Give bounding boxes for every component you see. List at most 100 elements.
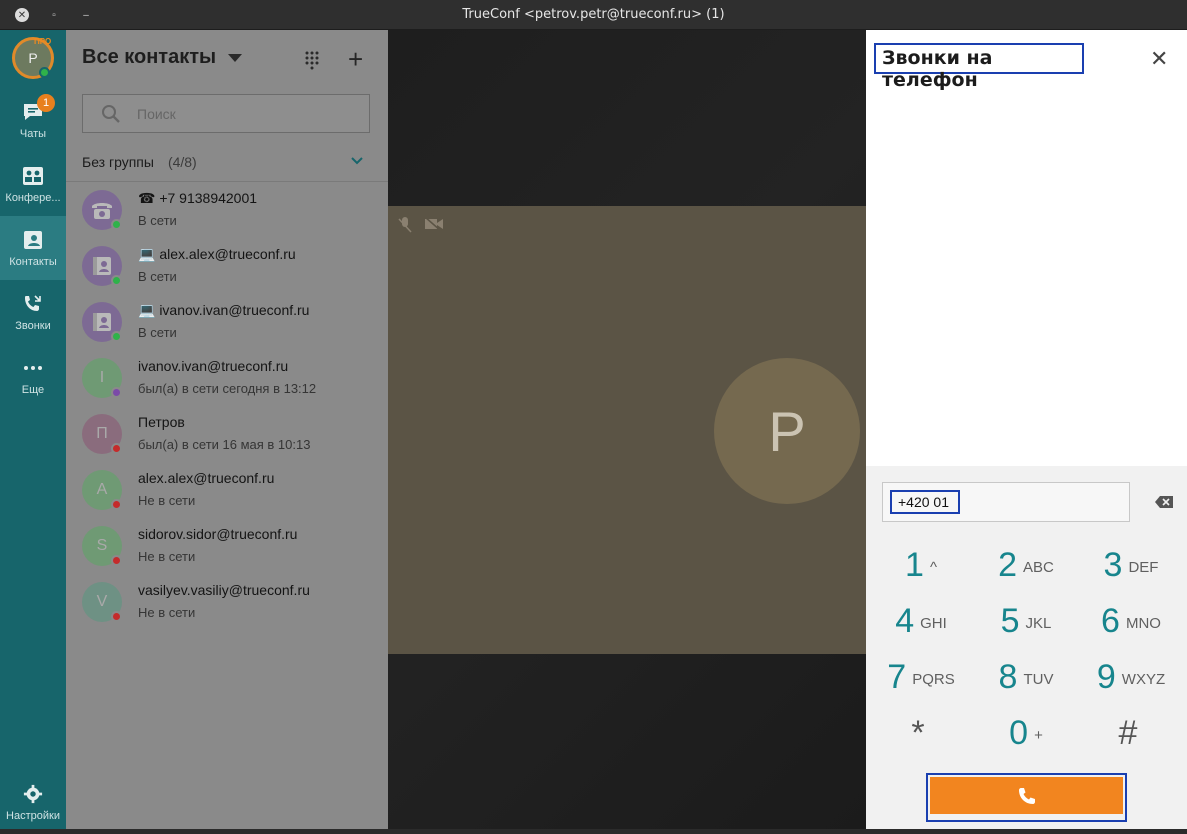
group-header[interactable]: Без группы (4/8) bbox=[66, 142, 388, 182]
video-tile: P bbox=[388, 206, 866, 654]
search-input[interactable]: Поиск bbox=[82, 94, 370, 133]
chats-unread-badge: 1 bbox=[37, 94, 55, 112]
dialpad: +420 01 1 ^ 2 ABC 3 DEF 4 GHI 5 JKL 6 MNO 7 PQRS 8 TUV 9… bbox=[866, 466, 1187, 829]
contact-status: Не в сети bbox=[138, 605, 196, 620]
presence-dot bbox=[111, 331, 122, 342]
mic-muted-icon bbox=[398, 217, 412, 233]
dial-key-letters: TUV bbox=[1023, 670, 1054, 688]
dialpad-grid-icon[interactable] bbox=[304, 50, 320, 70]
presence-dot bbox=[111, 443, 122, 454]
dial-key-digit: 5 bbox=[1000, 601, 1020, 640]
dial-key[interactable]: 3 DEF bbox=[1081, 538, 1181, 592]
contacts-panel: Все контакты + Поиск Без группы (4/8) ☎ … bbox=[66, 30, 388, 829]
chevron-down-icon bbox=[228, 53, 243, 62]
dial-key[interactable]: 9 WXYZ bbox=[1081, 650, 1181, 704]
presence-dot bbox=[111, 555, 122, 566]
list-item[interactable]: ☎ +7 9138942001 В сети bbox=[66, 182, 388, 238]
dial-key[interactable]: 1 ^ bbox=[871, 538, 971, 592]
group-name: Без группы bbox=[82, 153, 154, 170]
list-item[interactable]: 💻 alex.alex@trueconf.ru В сети bbox=[66, 238, 388, 294]
contacts-header-title: Все контакты bbox=[82, 46, 217, 68]
dial-key-digit: 8 bbox=[998, 657, 1018, 696]
phone-number-input[interactable]: +420 01 bbox=[882, 482, 1130, 522]
dial-key[interactable]: 8 TUV bbox=[976, 650, 1076, 704]
dial-key[interactable]: 7 PQRS bbox=[871, 650, 971, 704]
dial-key[interactable]: 2 ABC bbox=[976, 538, 1076, 592]
contact-status: Не в сети bbox=[138, 493, 196, 508]
nav-calls-label: Звонки bbox=[15, 320, 51, 332]
search-icon bbox=[102, 104, 120, 123]
dial-key[interactable]: 4 GHI bbox=[871, 594, 971, 648]
backspace-icon[interactable] bbox=[1154, 495, 1174, 509]
list-item[interactable]: Aalex.alex@trueconf.ru Не в сети bbox=[66, 462, 388, 518]
dial-key[interactable]: 6 MNO bbox=[1081, 594, 1181, 648]
window-title: TrueConf <petrov.petr@trueconf.ru> (1) bbox=[462, 7, 725, 22]
phone-calls-panel: Звонки на телефон ✕ +420 01 1 ^ 2 ABC 3 DEF 4 G… bbox=[866, 30, 1187, 829]
more-icon bbox=[24, 366, 42, 370]
dial-key[interactable]: 0 + bbox=[976, 706, 1076, 760]
phone-icon bbox=[1018, 787, 1035, 804]
nav-settings[interactable]: Настройки bbox=[0, 770, 66, 834]
gear-icon bbox=[23, 784, 43, 804]
minimize-window-button[interactable]: – bbox=[79, 8, 93, 22]
nav-conferences[interactable]: Конфере... bbox=[0, 152, 66, 216]
contact-name: ☎ +7 9138942001 bbox=[138, 190, 258, 206]
phone-calls-icon bbox=[25, 295, 41, 311]
dial-key-digit: 6 bbox=[1101, 601, 1120, 640]
nav-chats[interactable]: Чаты bbox=[0, 88, 66, 152]
dial-key-digit: 7 bbox=[887, 657, 907, 696]
dial-key-digit: 3 bbox=[1103, 545, 1123, 584]
user-status-dot bbox=[39, 67, 50, 78]
dial-key[interactable]: # bbox=[1081, 706, 1181, 760]
list-item[interactable]: Vvasilyev.vasiliy@trueconf.ru Не в сети bbox=[66, 574, 388, 630]
dial-key[interactable]: 5 JKL bbox=[976, 594, 1076, 648]
dial-key-digit: * bbox=[911, 713, 925, 752]
nav-contacts[interactable]: Контакты bbox=[0, 216, 66, 280]
presence-dot bbox=[111, 387, 122, 398]
conference-icon bbox=[23, 167, 43, 185]
phone-number-value: +420 01 bbox=[890, 490, 960, 514]
camera-off-icon bbox=[424, 216, 443, 232]
dial-key[interactable]: * bbox=[871, 706, 971, 760]
pro-badge: ПРО bbox=[34, 37, 52, 46]
dial-key-letters: DEF bbox=[1128, 558, 1159, 576]
telephone-icon bbox=[92, 203, 112, 219]
panel-title: Звонки на телефон bbox=[874, 43, 1084, 91]
dial-key-letters: ABC bbox=[1023, 558, 1054, 576]
dial-key-letters: WXYZ bbox=[1121, 670, 1166, 688]
dial-key-digit: 1 bbox=[905, 545, 924, 584]
contact-name: ivanov.ivan@trueconf.ru bbox=[138, 358, 289, 374]
list-item[interactable]: П Петров был(а) в сети 16 мая в 10:13 bbox=[66, 406, 388, 462]
dial-key-letters: + bbox=[1034, 726, 1043, 744]
dial-key-digit: # bbox=[1118, 713, 1138, 752]
navigation-rail: P ПРО Чаты 1 Конфере... Контакты Звонки … bbox=[0, 30, 66, 829]
list-item[interactable]: 💻 ivanov.ivan@trueconf.ru В сети bbox=[66, 294, 388, 350]
chevron-down-icon bbox=[351, 157, 363, 165]
nav-more-label: Еще bbox=[21, 384, 45, 396]
nav-contacts-label: Контакты bbox=[9, 256, 57, 268]
list-item[interactable]: Ssidorov.sidor@trueconf.ru Не в сети bbox=[66, 518, 388, 574]
video-area: P bbox=[388, 30, 866, 829]
dial-key-digit: 0 bbox=[1009, 713, 1029, 752]
presence-dot bbox=[111, 219, 122, 230]
maximize-window-button[interactable]: ▫ bbox=[47, 8, 61, 22]
close-panel-button[interactable]: ✕ bbox=[1150, 46, 1168, 72]
peer-avatar-letter: P bbox=[768, 399, 806, 463]
nav-more[interactable]: Еще bbox=[0, 344, 66, 408]
presence-dot bbox=[111, 611, 122, 622]
contacts-filter-dropdown[interactable]: Все контакты bbox=[82, 46, 243, 69]
nav-conferences-label: Конфере... bbox=[5, 192, 61, 204]
search-placeholder: Поиск bbox=[137, 105, 176, 122]
title-bar: ✕ ▫ – TrueConf <petrov.petr@trueconf.ru>… bbox=[0, 0, 1187, 30]
dial-key-digit: 9 bbox=[1096, 657, 1116, 696]
call-button[interactable] bbox=[930, 777, 1123, 814]
nav-calls[interactable]: Звонки bbox=[0, 280, 66, 344]
contact-name: vasilyev.vasiliy@trueconf.ru bbox=[138, 582, 310, 598]
list-item[interactable]: Iivanov.ivan@trueconf.ru был(а) в сети се… bbox=[66, 350, 388, 406]
add-contact-button[interactable]: + bbox=[348, 44, 363, 75]
contact-status: В сети bbox=[138, 269, 177, 284]
nav-chats-label: Чаты bbox=[19, 128, 47, 140]
close-window-button[interactable]: ✕ bbox=[15, 8, 29, 22]
contacts-icon bbox=[24, 231, 42, 249]
presence-dot bbox=[111, 499, 122, 510]
